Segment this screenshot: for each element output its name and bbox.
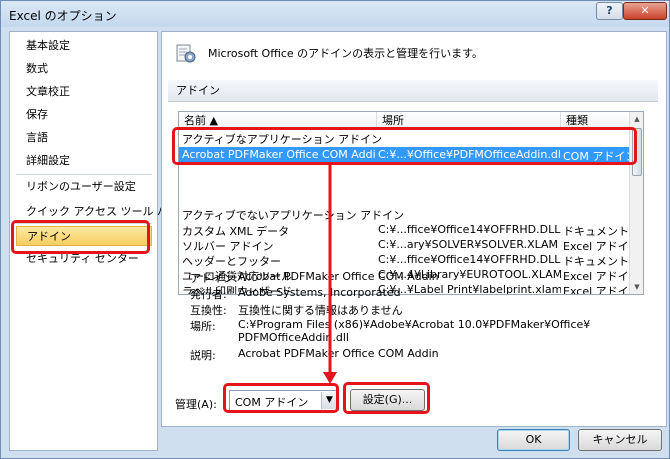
- table-row[interactable]: Acrobat PDFMaker Office COM Addin C:¥...…: [179, 147, 629, 163]
- detail-label-publisher: 発行者:: [190, 288, 227, 301]
- list-scrollbar[interactable]: ▲ ▼: [629, 112, 643, 294]
- sidebar-item-general[interactable]: 基本設定: [10, 36, 157, 56]
- sidebar-divider: [16, 223, 152, 224]
- section-title-addins: アドイン: [168, 80, 658, 102]
- detail-label-addin: アドイン:: [190, 272, 238, 285]
- detail-value-location-1: C:¥Program Files (x86)¥Adobe¥Acrobat 10.…: [238, 318, 591, 331]
- detail-value-publisher: Adobe Systems, Incorporated: [238, 286, 401, 299]
- sidebar-divider: [16, 174, 152, 175]
- table-row[interactable]: カスタム XML データ C:¥...ffice¥Office14¥OFFRHD…: [179, 222, 629, 238]
- manage-dropdown[interactable]: COM アドイン ▼: [229, 390, 339, 411]
- scroll-down-icon[interactable]: ▼: [630, 280, 643, 294]
- sidebar-item-language[interactable]: 言語: [10, 128, 157, 148]
- ok-button[interactable]: OK: [497, 429, 570, 451]
- column-header-type[interactable]: 種類: [561, 112, 629, 130]
- column-header-location[interactable]: 場所: [377, 112, 561, 130]
- excel-options-dialog: Excel のオプション ? ✕ 基本設定 数式 文章校正 保存 言語 詳細設定…: [0, 0, 670, 459]
- addins-gear-icon: [176, 44, 196, 63]
- close-button[interactable]: ✕: [623, 2, 667, 20]
- scroll-up-icon[interactable]: ▲: [630, 112, 643, 126]
- sidebar-item-proofing[interactable]: 文章校正: [10, 82, 157, 102]
- addins-list-header: 名前 ▲ 場所 種類: [179, 112, 629, 130]
- sidebar-item-customize-ribbon[interactable]: リボンのユーザー設定: [10, 177, 157, 197]
- detail-label-location: 場所:: [190, 320, 216, 333]
- scroll-thumb[interactable]: [632, 128, 642, 176]
- group-label-inactive: アクティブでないアプリケーション アドイン: [182, 209, 405, 222]
- sidebar-item-trust-center[interactable]: セキュリティ センター: [10, 249, 157, 269]
- cancel-button[interactable]: キャンセル: [578, 429, 662, 451]
- addins-list: 名前 ▲ 場所 種類 アクティブなアプリケーション アドイン Acrobat P…: [178, 111, 644, 295]
- sidebar-item-advanced[interactable]: 詳細設定: [10, 151, 157, 171]
- detail-label-description: 説明:: [190, 349, 216, 362]
- column-header-name[interactable]: 名前 ▲: [179, 112, 377, 130]
- chevron-down-icon[interactable]: ▼: [321, 392, 337, 409]
- manage-label: 管理(A):: [175, 398, 217, 411]
- sidebar-item-formulas[interactable]: 数式: [10, 59, 157, 79]
- title-bar: Excel のオプション ? ✕: [1, 1, 669, 27]
- group-label-active: アクティブなアプリケーション アドイン: [182, 133, 383, 146]
- detail-value-location-2: PDFMOfficeAddin.dll: [238, 331, 349, 344]
- detail-value-addin: Acrobat PDFMaker Office COM Addin: [238, 270, 439, 283]
- addins-panel: Microsoft Office のアドインの表示と管理を行います。 アドイン …: [161, 31, 667, 427]
- manage-selected-value: COM アドイン: [235, 396, 309, 409]
- detail-value-description: Acrobat PDFMaker Office COM Addin: [238, 347, 439, 360]
- panel-description: Microsoft Office のアドインの表示と管理を行います。: [208, 47, 484, 60]
- sidebar-item-quick-access-toolbar[interactable]: クイック アクセス ツール バー: [10, 202, 179, 222]
- detail-label-compat: 互換性:: [190, 304, 227, 317]
- sidebar-item-addins[interactable]: アドイン: [16, 226, 152, 246]
- category-sidebar: 基本設定 数式 文章校正 保存 言語 詳細設定 リボンのユーザー設定 クイック …: [9, 31, 179, 451]
- table-row[interactable]: ソルバー アドイン C:¥...ary¥SOLVER¥SOLVER.XLAM E…: [179, 237, 629, 253]
- sidebar-item-save[interactable]: 保存: [10, 105, 157, 125]
- help-button[interactable]: ?: [596, 2, 623, 20]
- table-row[interactable]: ヘッダーとフッター C:¥...ffice¥Office14¥OFFRHD.DL…: [179, 252, 629, 268]
- go-button[interactable]: 設定(G)...: [350, 389, 425, 411]
- detail-value-compat: 互換性に関する情報はありません: [238, 304, 403, 317]
- window-title: Excel のオプション: [9, 9, 117, 23]
